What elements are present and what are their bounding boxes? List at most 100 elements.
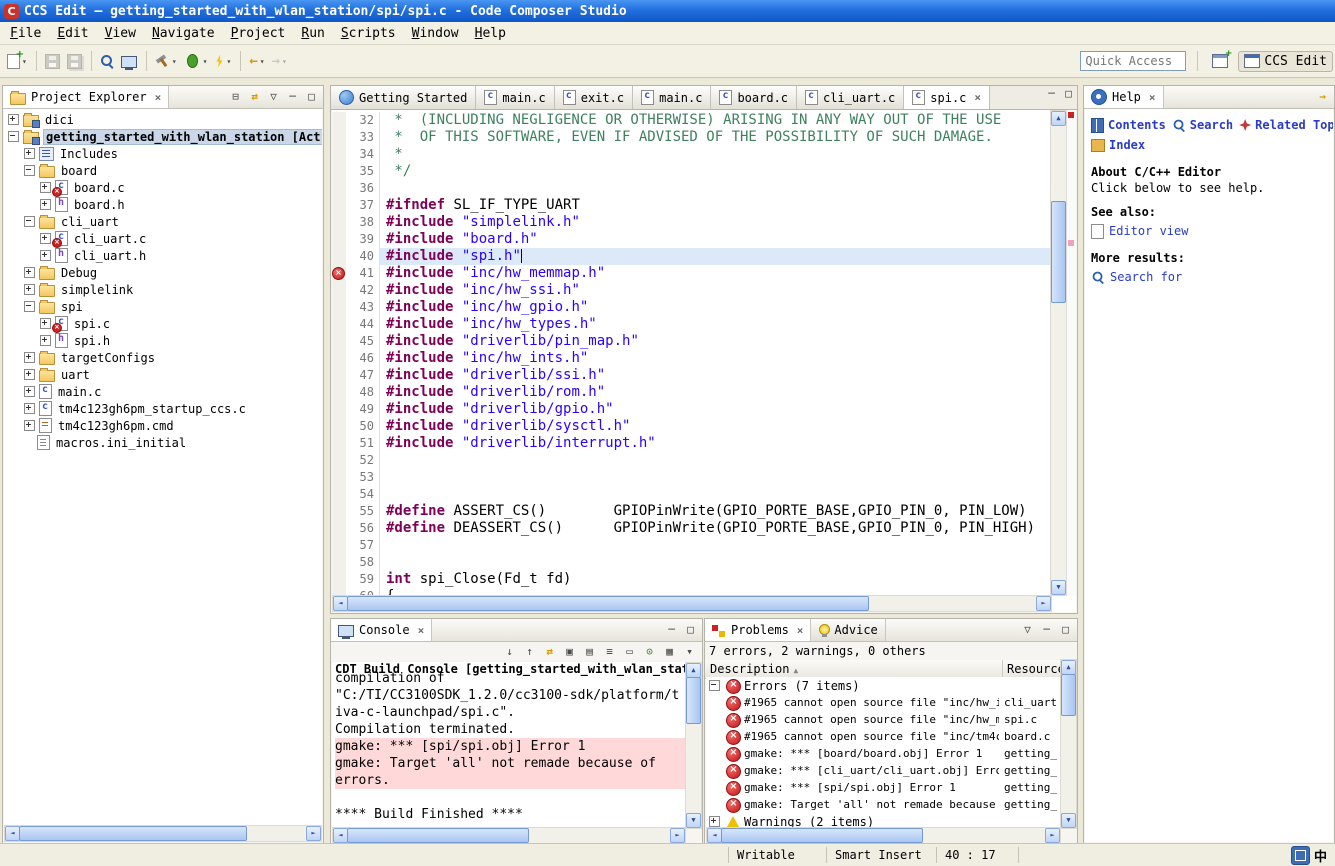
editor-vscrollbar[interactable]: ▲ ▼ bbox=[1050, 110, 1067, 596]
tree-item-includes[interactable]: Includes bbox=[4, 145, 322, 162]
code-line-text[interactable]: #include "driverlib/rom.h" bbox=[380, 384, 1052, 401]
tab-project-explorer[interactable]: Project Explorer × bbox=[3, 86, 169, 108]
editor-view-link[interactable]: Editor view bbox=[1091, 221, 1333, 241]
scroll-right-icon[interactable]: ► bbox=[670, 828, 685, 843]
column-header-description[interactable]: Description▲ bbox=[705, 660, 1003, 678]
expander-icon[interactable] bbox=[24, 420, 35, 431]
code-line[interactable]: 43#include "inc/hw_gpio.h" bbox=[332, 299, 1052, 316]
tree-item-debug[interactable]: Debug bbox=[4, 264, 322, 281]
menu-project[interactable]: Project bbox=[223, 24, 294, 43]
index-link[interactable]: Index bbox=[1091, 138, 1145, 152]
menu-help[interactable]: Help bbox=[467, 24, 514, 43]
expander-icon[interactable] bbox=[24, 148, 35, 159]
tab-main-c[interactable]: main.c bbox=[476, 86, 554, 109]
scroll-left-icon[interactable]: ◄ bbox=[333, 828, 348, 843]
expander-icon[interactable] bbox=[24, 284, 35, 295]
code-line-text[interactable]: #include "spi.h" bbox=[380, 248, 1052, 265]
expander-icon[interactable] bbox=[24, 369, 35, 380]
tree-item-cli-uart[interactable]: cli_uart bbox=[4, 213, 322, 230]
expander-icon[interactable] bbox=[40, 233, 51, 244]
maximize-icon[interactable]: □ bbox=[1057, 622, 1074, 638]
code-line[interactable]: 38#include "simplelink.h" bbox=[332, 214, 1052, 231]
code-line[interactable]: 48#include "driverlib/rom.h" bbox=[332, 384, 1052, 401]
maximize-icon[interactable]: □ bbox=[682, 622, 699, 638]
code-line[interactable]: 44#include "inc/hw_types.h" bbox=[332, 316, 1052, 333]
code-line-text[interactable]: #include "inc/hw_ssi.h" bbox=[380, 282, 1052, 299]
open-console-icon[interactable]: ▤ bbox=[581, 644, 598, 660]
code-line[interactable]: 55#define ASSERT_CS() GPIOPinWrite(GPIO_… bbox=[332, 503, 1052, 520]
code-line-text[interactable]: #include "inc/hw_ints.h" bbox=[380, 350, 1052, 367]
chevron-down-icon[interactable]: ▾ bbox=[203, 57, 208, 66]
code-line[interactable]: 41#include "inc/hw_memmap.h" bbox=[332, 265, 1052, 282]
scroll-down-icon[interactable]: ▼ bbox=[686, 813, 701, 828]
scroll-left-icon[interactable]: ◄ bbox=[707, 828, 722, 843]
tree-item-dici[interactable]: dici bbox=[4, 111, 322, 128]
search-button[interactable] bbox=[97, 49, 117, 73]
code-line-text[interactable]: #include "driverlib/sysctl.h" bbox=[380, 418, 1052, 435]
code-line-text[interactable] bbox=[380, 554, 1052, 571]
save-all-button[interactable] bbox=[64, 49, 85, 73]
tree-item-board[interactable]: board bbox=[4, 162, 322, 179]
forward-button[interactable]: ▾ bbox=[269, 49, 290, 73]
problems-vscrollbar[interactable]: ▲ ▼ bbox=[1060, 659, 1077, 829]
contents-link[interactable]: Contents bbox=[1091, 118, 1166, 133]
problem-row[interactable]: gmake: Target 'all' not remade because o… bbox=[706, 796, 1061, 813]
code-line-text[interactable]: #include "driverlib/gpio.h" bbox=[380, 401, 1052, 418]
code-line[interactable]: 45#include "driverlib/pin_map.h" bbox=[332, 333, 1052, 350]
code-line[interactable]: 57 bbox=[332, 537, 1052, 554]
ime-indicator[interactable]: 中 bbox=[1291, 846, 1327, 865]
code-line-text[interactable]: #include "driverlib/pin_map.h" bbox=[380, 333, 1052, 350]
show-on-output-icon[interactable]: ⇄ bbox=[541, 644, 558, 660]
menu-view[interactable]: View bbox=[97, 24, 144, 43]
code-line[interactable]: 52 bbox=[332, 452, 1052, 469]
close-icon[interactable]: × bbox=[418, 624, 425, 637]
scrollbar-thumb[interactable] bbox=[721, 828, 923, 843]
expander-icon[interactable] bbox=[8, 114, 19, 125]
word-wrap-icon[interactable]: ≡ bbox=[601, 644, 618, 660]
code-line-text[interactable]: #include "inc/hw_memmap.h" bbox=[380, 265, 1052, 282]
collapse-all-icon[interactable]: ⊟ bbox=[227, 89, 244, 105]
menu-window[interactable]: Window bbox=[404, 24, 467, 43]
tree-item-targetconfigs[interactable]: targetConfigs bbox=[4, 349, 322, 366]
code-line[interactable]: 40#include "spi.h" bbox=[332, 248, 1052, 265]
tree-item-main-c[interactable]: main.c bbox=[4, 383, 322, 400]
expander-icon[interactable] bbox=[24, 267, 35, 278]
tab-cli-uart-c[interactable]: cli_uart.c bbox=[797, 86, 904, 109]
editor-hscrollbar[interactable]: ◄ ► bbox=[332, 595, 1052, 612]
new-button[interactable]: ▾ bbox=[4, 49, 30, 73]
problems-group-errors[interactable]: Errors (7 items) bbox=[706, 677, 1061, 694]
code-editor[interactable]: 32 * (INCLUDING NEGLIGENCE OR OTHERWISE)… bbox=[332, 110, 1052, 596]
code-line[interactable]: 36 bbox=[332, 180, 1052, 197]
expander-icon[interactable] bbox=[40, 335, 51, 346]
view-menu-icon[interactable]: ▽ bbox=[1019, 622, 1036, 638]
display-selected-console-icon[interactable]: ▣ bbox=[561, 644, 578, 660]
chevron-down-icon[interactable]: ▾ bbox=[172, 57, 177, 66]
tree-item-cli-uart-c[interactable]: cli_uart.c bbox=[4, 230, 322, 247]
forward-icon[interactable]: → bbox=[1314, 89, 1331, 105]
expander-icon[interactable] bbox=[24, 403, 35, 414]
code-line[interactable]: 34 * bbox=[332, 146, 1052, 163]
problem-row[interactable]: #1965 cannot open source file "inc/tm4c1… bbox=[706, 728, 1061, 745]
problem-row[interactable]: gmake: *** [board/board.obj] Error 1gett… bbox=[706, 745, 1061, 762]
maximize-icon[interactable]: □ bbox=[1060, 86, 1077, 102]
code-line-text[interactable]: #include "driverlib/interrupt.h" bbox=[380, 435, 1052, 452]
code-line[interactable]: 51#include "driverlib/interrupt.h" bbox=[332, 435, 1052, 452]
pin-console-icon[interactable]: ⊙ bbox=[641, 644, 658, 660]
code-line-text[interactable]: #include "driverlib/ssi.h" bbox=[380, 367, 1052, 384]
open-perspective-button[interactable] bbox=[1209, 49, 1231, 73]
close-icon[interactable]: × bbox=[974, 91, 981, 104]
back-button[interactable]: ▾ bbox=[246, 49, 267, 73]
minimize-icon[interactable]: ─ bbox=[1038, 622, 1055, 638]
search-link[interactable]: Search bbox=[1172, 118, 1233, 132]
link-with-editor-icon[interactable]: ⇄ bbox=[246, 89, 263, 105]
console-vscrollbar[interactable]: ▲ ▼ bbox=[685, 662, 702, 829]
scroll-down-icon[interactable]: ▼ bbox=[1061, 813, 1076, 828]
code-line[interactable]: 58 bbox=[332, 554, 1052, 571]
code-line[interactable]: 42#include "inc/hw_ssi.h" bbox=[332, 282, 1052, 299]
expander-icon[interactable] bbox=[8, 131, 19, 142]
scroll-left-icon[interactable]: ◄ bbox=[5, 826, 20, 841]
open-console-button[interactable] bbox=[118, 49, 140, 73]
code-line-text[interactable]: #define DEASSERT_CS() GPIOPinWrite(GPIO_… bbox=[380, 520, 1052, 537]
scroll-up-icon[interactable]: ▲ bbox=[1061, 660, 1076, 675]
ime-icon[interactable] bbox=[1291, 846, 1310, 865]
